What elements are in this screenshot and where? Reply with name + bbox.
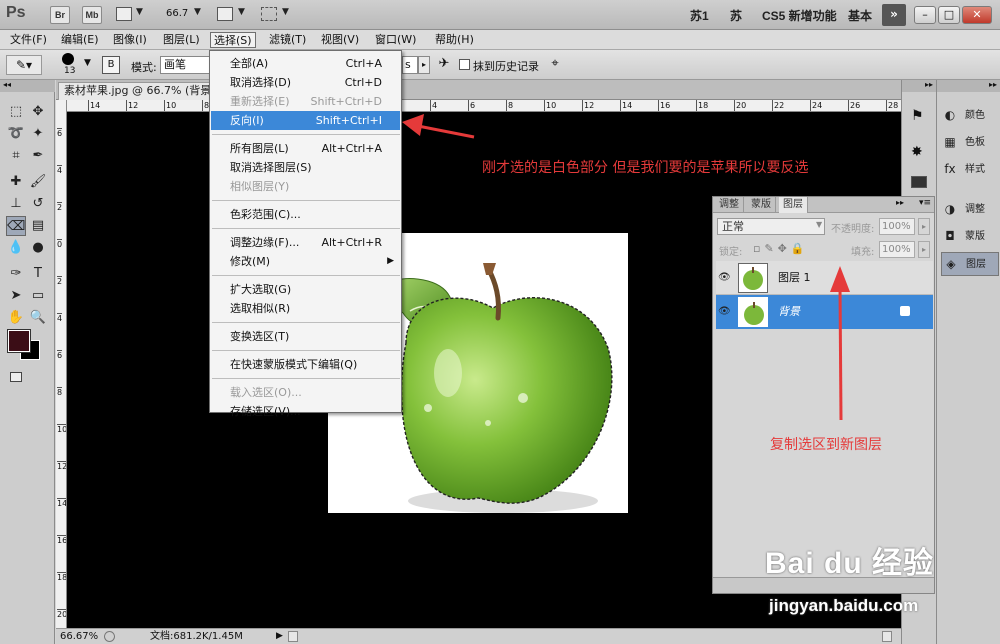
annotation-invert-note: 刚才选的是白色部分 但是我们要的是苹果所以要反选 [482, 160, 809, 176]
annotation-copy-note: 复制选区到新图层 [770, 437, 882, 453]
watermark-brand: Bai du 经验 [765, 547, 935, 580]
baidu-jingyan-watermark: Bai du 经验 jingyan.baidu.com [765, 538, 945, 626]
watermark-url: jingyan.baidu.com [769, 596, 919, 615]
